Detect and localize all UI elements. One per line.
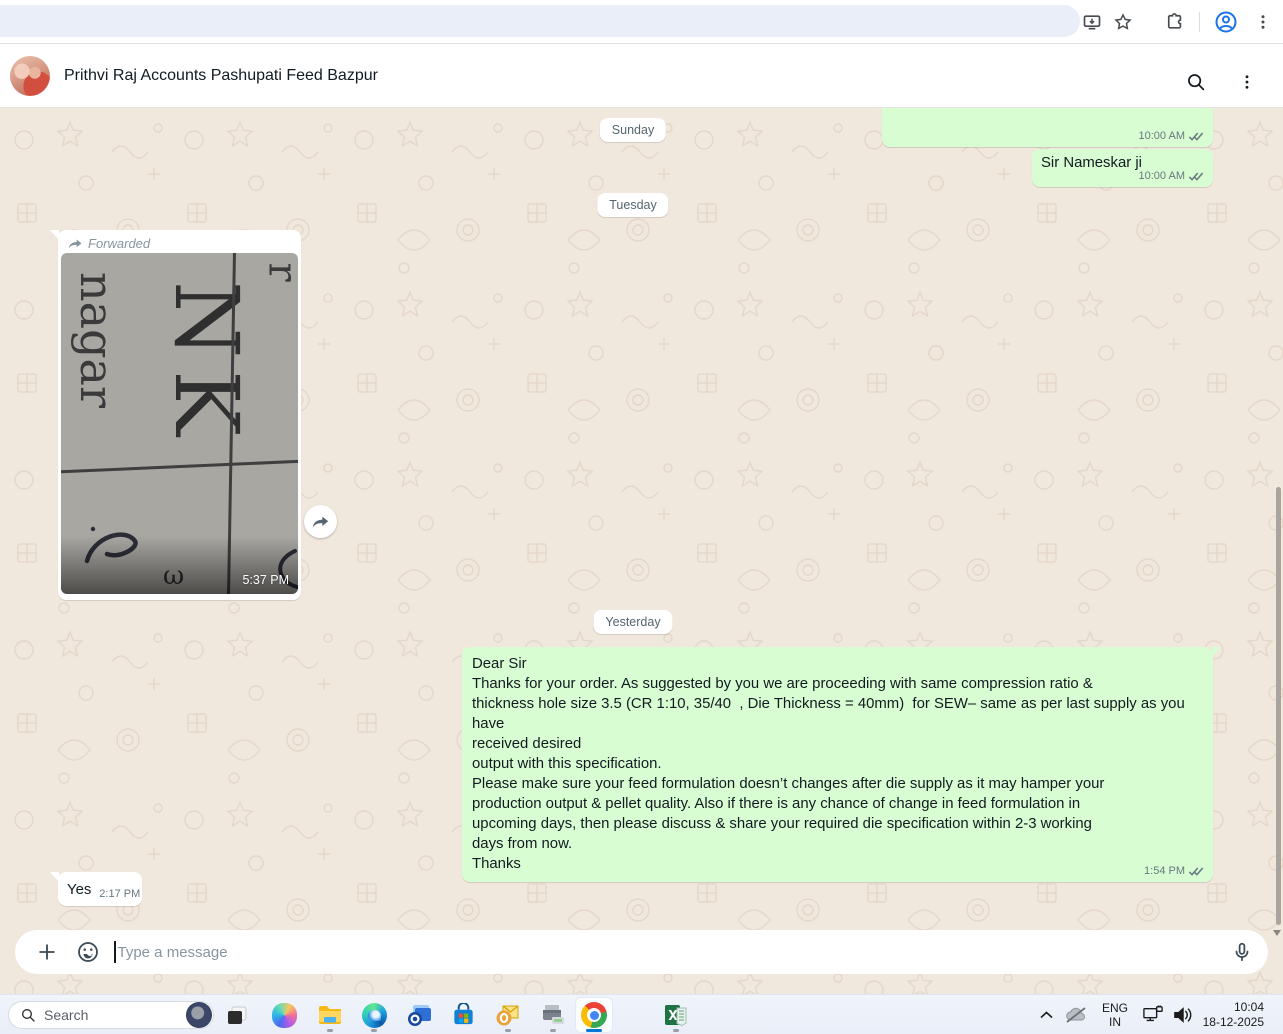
scrollbar-thumb[interactable] [1276,487,1281,925]
running-indicator [327,1029,333,1032]
taskbar-file-explorer[interactable] [311,997,349,1033]
contact-name-label: Prithvi Raj Accounts Pashupati Feed Bazp… [64,67,378,85]
taskbar-copilot[interactable] [265,997,303,1033]
photo-line-horizontal [61,460,298,473]
message-meta: 1:54 PM [1144,865,1204,877]
message-outgoing-clipped[interactable]: 10:00 AM [882,108,1213,147]
photo-text-fragment: nagar [70,272,124,408]
chat-scroll-area: Sunday Tuesday Yesterday 10:00 AM Sir Na… [0,108,1283,994]
message-text: Dear Sir Thanks for your order. As sugge… [472,654,1203,874]
attach-plus-icon[interactable] [35,940,59,964]
taskbar-outlook-classic[interactable] [489,997,527,1033]
voice-message-icon[interactable] [1230,940,1254,964]
running-indicator [505,1029,511,1032]
date-chip-tuesday: Tuesday [597,193,668,217]
tray-chevron-icon[interactable] [1036,995,1056,1034]
screen: Prithvi Raj Accounts Pashupati Feed Bazp… [0,0,1283,1034]
message-time: 1:54 PM [1144,865,1185,877]
emoji-sticker-icon[interactable] [76,940,100,964]
windows-taskbar: Search [0,994,1283,1034]
active-indicator [586,1029,602,1032]
browser-profile-icon[interactable] [1213,9,1239,35]
taskbar-excel[interactable] [657,997,695,1033]
tray-clock[interactable]: 10:04 18-12-2025 [1196,995,1274,1034]
forward-message-button[interactable] [304,505,337,538]
language-line2: IN [1102,1015,1128,1029]
taskbar-chrome[interactable] [575,997,613,1033]
chat-header: Prithvi Raj Accounts Pashupati Feed Bazp… [0,44,1283,108]
date-chip-label: Yesterday [605,615,660,629]
search-icon [20,1007,36,1023]
delivered-check-icon [1188,131,1204,142]
taskbar-search-box[interactable]: Search [8,1001,214,1029]
message-meta: 10:00 AM [1139,170,1204,182]
message-photo[interactable]: nagar NK r ω 5:37 PM [61,253,298,594]
message-outgoing-nameskar[interactable]: Sir Nameskar ji 10:00 AM [1032,149,1213,187]
tray-volume-icon[interactable] [1168,995,1198,1034]
delivered-check-icon [1188,171,1204,182]
date-chip-yesterday: Yesterday [593,610,672,634]
message-outgoing-long[interactable]: Dear Sir Thanks for your order. As sugge… [462,647,1213,882]
taskbar-edge[interactable] [355,997,393,1033]
date-chip-label: Sunday [612,123,654,137]
message-meta: 10:00 AM [1139,130,1204,142]
tray-network-icon[interactable] [1138,995,1168,1034]
tray-language-indicator[interactable]: ENG IN [1098,995,1132,1034]
running-indicator [550,1029,556,1032]
search-highlight-image [186,1002,212,1028]
install-app-icon[interactable] [1079,9,1105,35]
forwarded-label: Forwarded [88,236,150,251]
photo-time: 5:37 PM [242,573,289,587]
extensions-icon[interactable] [1162,9,1188,35]
running-indicator [371,1029,377,1032]
toolbar-separator [1199,12,1200,32]
bookmark-star-icon[interactable] [1110,9,1136,35]
message-incoming-yes[interactable]: Yes 2:17 PM [58,872,142,906]
address-bar[interactable] [0,5,1080,37]
delivered-check-icon [1188,866,1204,877]
taskbar-printer[interactable] [534,997,572,1033]
clock-time: 10:04 [1203,1000,1264,1015]
contact-avatar[interactable] [10,56,50,96]
forwarded-icon [68,238,83,250]
message-time: 10:00 AM [1139,130,1185,142]
search-label: Search [44,1007,186,1023]
contact-name[interactable]: Prithvi Raj Accounts Pashupati Feed Bazp… [64,44,378,108]
message-input-placeholder: Type a message [118,944,228,961]
message-input[interactable]: Type a message [118,944,1231,961]
photo-text-fragment: r [260,262,298,281]
browser-toolbar [0,0,1283,44]
language-line1: ENG [1102,1001,1128,1015]
tray-onedrive-paused-icon[interactable] [1062,995,1090,1034]
forward-icon [312,515,330,529]
clock-date: 18-12-2025 [1203,1015,1264,1030]
date-chip-label: Tuesday [609,198,656,212]
message-text: Sir Nameskar ji [1041,155,1142,171]
message-time: 2:17 PM [99,888,140,900]
taskbar-task-view[interactable] [218,997,256,1033]
running-indicator [673,1029,679,1032]
taskbar-outlook-new[interactable] [400,997,438,1033]
message-time: 10:00 AM [1139,170,1185,182]
message-text: Yes [67,881,91,900]
photo-text-fragment: NK [155,281,258,448]
message-composer: Type a message [15,930,1268,974]
chat-search-icon[interactable] [1178,64,1214,100]
scrollbar-down-arrow[interactable] [1273,930,1281,936]
taskbar-microsoft-store[interactable] [444,997,482,1033]
date-chip-sunday: Sunday [600,118,666,142]
forwarded-row: Forwarded [58,230,301,254]
chat-menu-icon[interactable] [1229,64,1265,100]
text-caret [114,941,116,963]
message-incoming-image[interactable]: Forwarded nagar NK r ω 5:37 PM [58,230,301,600]
browser-menu-icon[interactable] [1250,9,1276,35]
